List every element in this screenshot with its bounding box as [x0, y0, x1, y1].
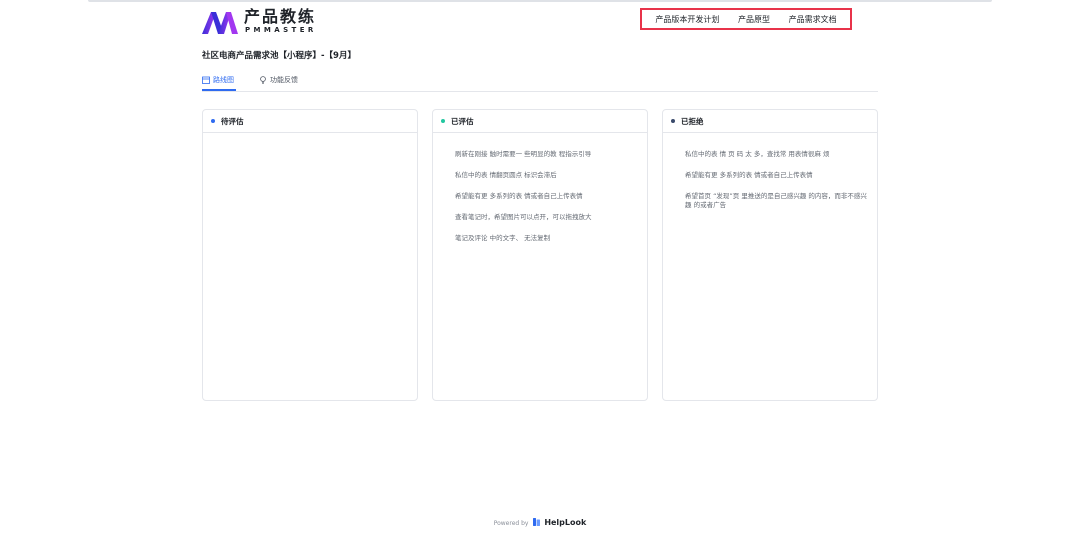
feedback-item[interactable]: 希望能有更 多系列的表 情或者自己上传表情: [455, 192, 637, 201]
footer-brand[interactable]: HelpLook: [544, 518, 586, 527]
status-dot-icon: [671, 119, 675, 123]
nav-link-dev-plan[interactable]: 产品版本开发计划: [655, 14, 719, 25]
column-items: [203, 133, 417, 150]
nav-link-prototype[interactable]: 产品原型: [738, 14, 770, 25]
calendar-icon: [202, 76, 210, 84]
column-items: 私信中的表 情 页 码 太 多，查找常 用表情很麻 烦 希望能有更 多系列的表 …: [663, 133, 877, 210]
logo-title: 产品教练: [244, 7, 317, 26]
feedback-item[interactable]: 笔记及评论 中的文字、 无法复制: [455, 234, 637, 243]
footer: Powered by HelpLook: [0, 518, 1080, 527]
feedback-item[interactable]: 刷新在刚接 触时需要一 些明显的教 程指示引导: [455, 150, 637, 159]
column-header: 已评估: [433, 110, 647, 133]
page-title: 社区电商产品需求池【小程序】-【9月】: [202, 51, 356, 61]
top-nav: 产品版本开发计划 产品原型 产品需求文档: [640, 8, 852, 30]
column-evaluated: 已评估 刷新在刚接 触时需要一 些明显的教 程指示引导 私信中的表 情翻页圆点 …: [432, 109, 648, 401]
feedback-item[interactable]: 希望首页 “发现”页 里推送的是自己感兴趣 的内容，而非不感兴趣 的或者广告: [685, 192, 867, 210]
status-dot-icon: [211, 119, 215, 123]
tab-feedback[interactable]: 功能反馈: [259, 75, 298, 91]
footer-prefix: Powered by: [493, 520, 529, 527]
feedback-item[interactable]: 私信中的表 情翻页圆点 标识会滞后: [455, 171, 637, 180]
header: 产品教练 PMMASTER 产品版本开发计划 产品原型 产品需求文档: [202, 8, 878, 38]
column-items: 刷新在刚接 触时需要一 些明显的教 程指示引导 私信中的表 情翻页圆点 标识会滞…: [433, 133, 647, 243]
status-dot-icon: [441, 119, 445, 123]
nav-link-requirements-doc[interactable]: 产品需求文档: [789, 14, 837, 25]
tab-roadmap[interactable]: 路线图: [202, 75, 236, 91]
logo[interactable]: 产品教练 PMMASTER: [202, 8, 332, 38]
tab-bar: 路线图 功能反馈: [202, 73, 878, 92]
logo-subtitle: PMMASTER: [245, 26, 317, 34]
pmmaster-logo-icon: [202, 12, 238, 34]
column-rejected: 已拒绝 私信中的表 情 页 码 太 多，查找常 用表情很麻 烦 希望能有更 多系…: [662, 109, 878, 401]
tab-feedback-label: 功能反馈: [270, 76, 298, 84]
column-header: 待评估: [203, 110, 417, 133]
column-header: 已拒绝: [663, 110, 877, 133]
top-divider: [88, 0, 992, 2]
roadmap-board: 待评估 已评估 刷新在刚接 触时需要一 些明显的教 程指示引导 私信中的表 情翻…: [202, 109, 878, 402]
helplook-logo-icon: [533, 518, 541, 526]
column-pending: 待评估: [202, 109, 418, 401]
feedback-item[interactable]: 希望能有更 多系列的表 情或者自己上传表情: [685, 171, 867, 180]
feedback-item[interactable]: 查看笔记时，希望图片可以点开，可以拖拽放大: [455, 213, 637, 222]
column-title: 已评估: [451, 116, 474, 126]
tab-roadmap-label: 路线图: [213, 76, 234, 84]
lightbulb-icon: [260, 76, 266, 84]
feedback-item[interactable]: 私信中的表 情 页 码 太 多，查找常 用表情很麻 烦: [685, 150, 867, 159]
column-title: 待评估: [221, 116, 244, 126]
column-title: 已拒绝: [681, 116, 704, 126]
